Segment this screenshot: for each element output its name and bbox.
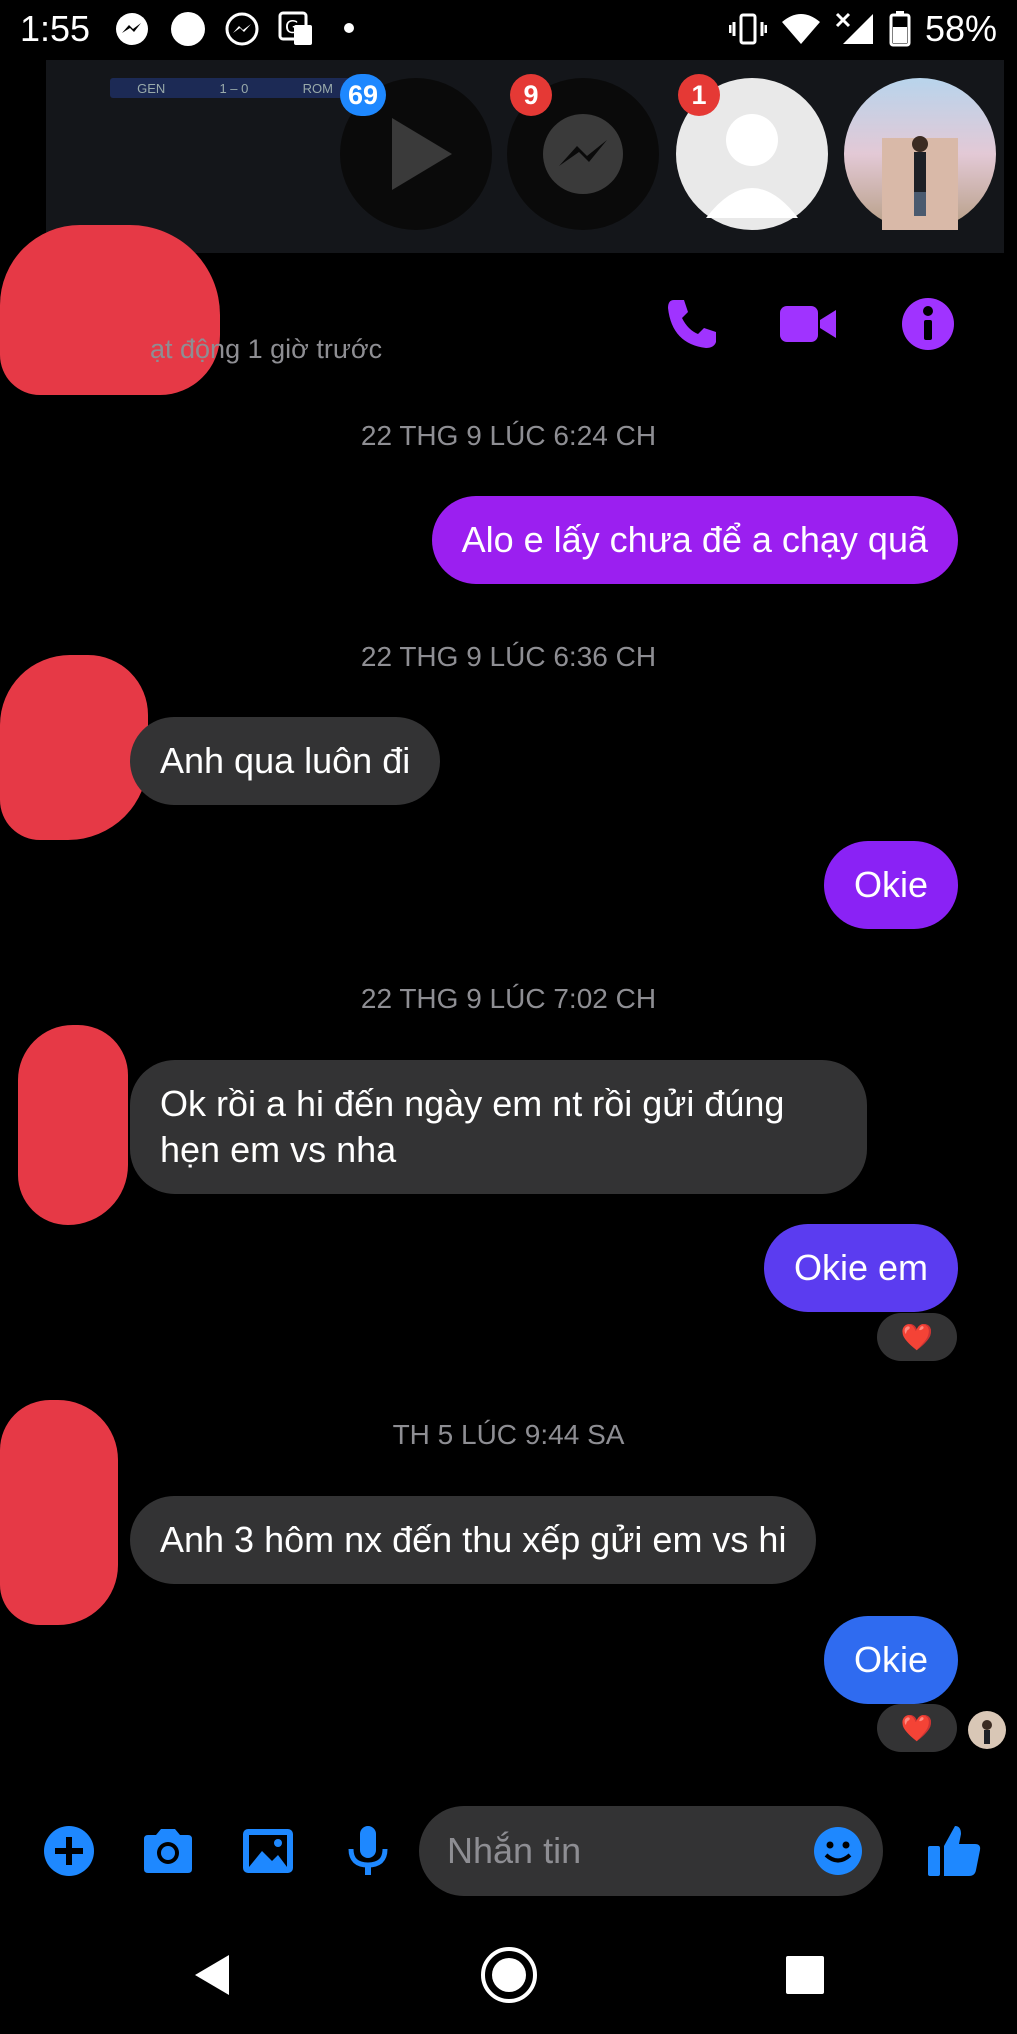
status-bar: 1:55 G 58% bbox=[0, 0, 1017, 60]
message-input-container[interactable] bbox=[419, 1806, 883, 1896]
status-right-cluster: 58% bbox=[728, 8, 997, 50]
image-icon[interactable] bbox=[240, 1823, 296, 1879]
outgoing-message[interactable]: Okie em bbox=[763, 1224, 958, 1312]
outgoing-message[interactable]: Alo e lấy chưa để a chạy quã bbox=[431, 496, 958, 584]
messenger-outline-icon bbox=[225, 12, 259, 46]
scoreboard-score: 1 – 0 bbox=[219, 80, 249, 96]
contact-badge: 1 bbox=[678, 74, 720, 116]
timestamp: 22 THG 9 LÚC 6:24 CH bbox=[360, 420, 657, 451]
video-badge: 69 bbox=[340, 74, 387, 116]
incoming-message[interactable]: Ok rồi a hi đến ngày em nt rồi gửi đúng … bbox=[130, 1060, 867, 1194]
redacted-avatar bbox=[0, 655, 148, 840]
emoji-icon[interactable] bbox=[813, 1826, 863, 1876]
battery-percent: 58% bbox=[924, 8, 997, 49]
timestamp: TH 5 LÚC 9:44 SA bbox=[392, 1419, 625, 1450]
heart-icon: ❤️ bbox=[900, 1321, 934, 1352]
back-icon[interactable] bbox=[183, 1945, 243, 2005]
heart-icon: ❤️ bbox=[900, 1712, 934, 1743]
chat-head-avatar[interactable] bbox=[844, 78, 996, 230]
phone-icon[interactable] bbox=[660, 294, 720, 354]
scoreboard-team-home: GEN bbox=[137, 80, 166, 96]
camera-icon[interactable] bbox=[140, 1823, 196, 1879]
dot-icon bbox=[344, 23, 354, 33]
messenger-badge: 9 bbox=[510, 74, 552, 116]
microphone-icon[interactable] bbox=[340, 1823, 396, 1879]
like-icon[interactable] bbox=[925, 1820, 985, 1880]
scoreboard: GEN 1 – 0 ROM bbox=[110, 78, 360, 98]
battery-icon bbox=[889, 11, 911, 47]
avatar-photo bbox=[882, 136, 958, 230]
redacted-avatar bbox=[18, 1025, 128, 1225]
scoreboard-team-away: ROM bbox=[302, 80, 333, 96]
seen-avatar bbox=[968, 1711, 1006, 1749]
outgoing-message[interactable]: Okie bbox=[823, 1616, 958, 1704]
timestamp: 22 THG 9 LÚC 7:02 CH bbox=[360, 983, 657, 1014]
redacted-avatar bbox=[0, 1400, 118, 1625]
wifi-icon bbox=[781, 14, 820, 44]
active-status: ạt động 1 giờ trước bbox=[150, 334, 383, 364]
add-icon[interactable] bbox=[41, 1823, 97, 1879]
vibrate-icon bbox=[728, 13, 767, 45]
recents-icon[interactable] bbox=[775, 1945, 835, 2005]
circle-icon bbox=[171, 12, 205, 46]
incoming-message[interactable]: Anh qua luôn đi bbox=[130, 717, 441, 805]
timestamp: 22 THG 9 LÚC 6:36 CH bbox=[360, 641, 657, 672]
translate-icon: G bbox=[278, 11, 312, 45]
info-icon[interactable] bbox=[898, 294, 958, 354]
status-time: 1:55 bbox=[20, 8, 91, 49]
redacted-name bbox=[0, 225, 220, 395]
home-icon[interactable] bbox=[479, 1945, 539, 2005]
reaction-badge[interactable]: ❤️ bbox=[877, 1704, 957, 1752]
outgoing-message[interactable]: Okie bbox=[823, 841, 958, 929]
messenger-icon bbox=[116, 13, 148, 45]
video-call-icon[interactable] bbox=[778, 294, 838, 354]
reaction-badge[interactable]: ❤️ bbox=[877, 1313, 957, 1361]
incoming-message[interactable]: Anh 3 hôm nx đến thu xếp gửi em vs hi bbox=[130, 1496, 817, 1584]
message-input[interactable] bbox=[447, 1806, 807, 1896]
signal-icon bbox=[835, 12, 873, 44]
